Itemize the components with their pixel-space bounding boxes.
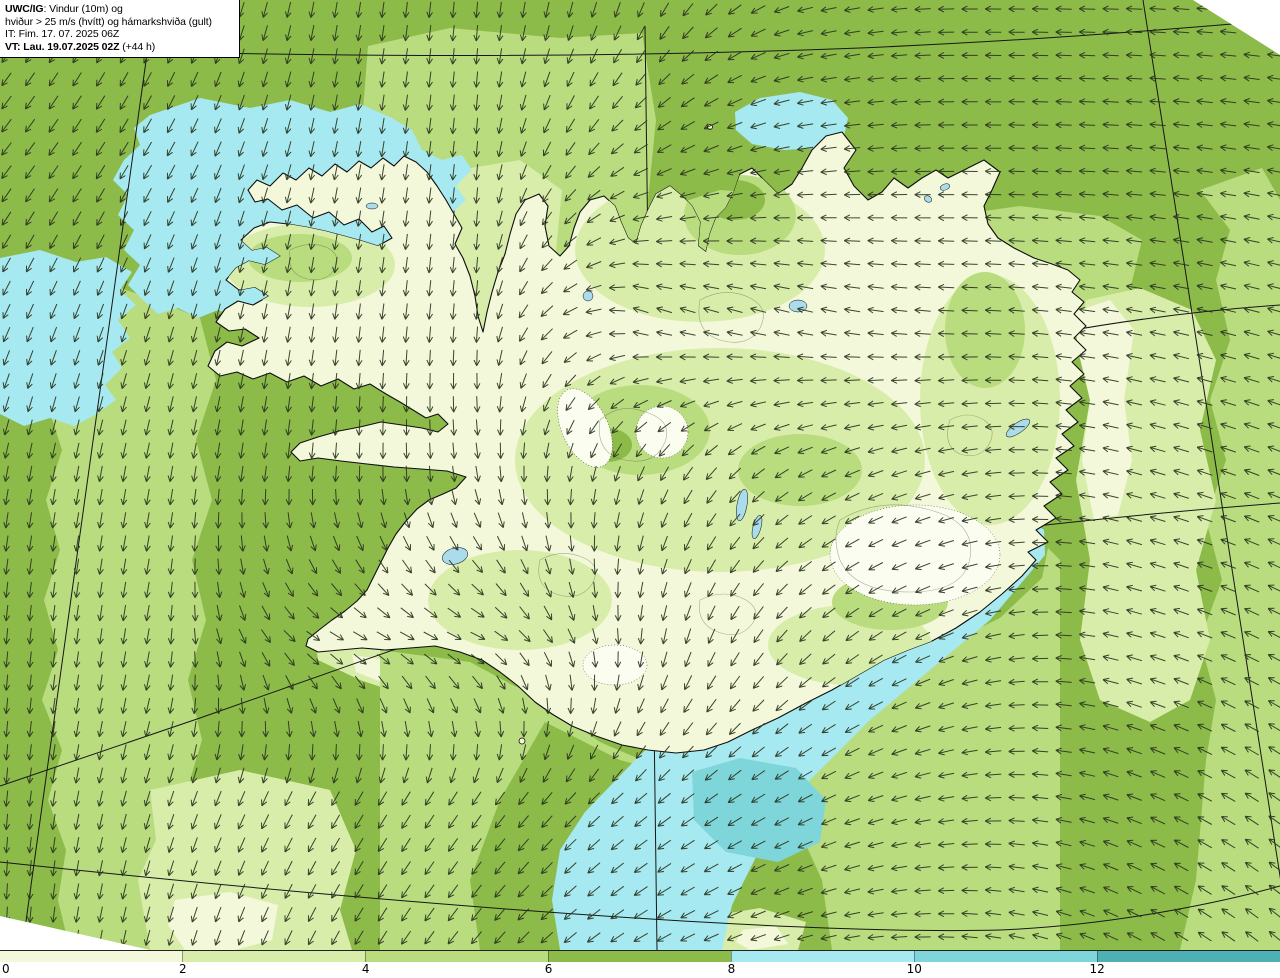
- title-line-2: hviður > 25 m/s (hvítt) og hámarkshviða …: [5, 15, 212, 28]
- colorbar-band-8-10: [731, 951, 914, 962]
- island-vestmannaeyjar: [518, 737, 526, 745]
- valid-time: VT: Lau. 19.07.2025 02Z (+44 h): [5, 40, 156, 53]
- colorbar-tick-6: 6: [544, 962, 553, 976]
- colorbar-band-2-4: [182, 951, 365, 962]
- colorbar-band-4-6: [365, 951, 548, 962]
- colorbar-tick-4: 4: [361, 962, 370, 976]
- weather-chart: UWC/IG: Vindur (10m) og hviður > 25 m/s …: [0, 0, 1280, 978]
- colorbar-band-10-12: [914, 951, 1097, 962]
- colorbar-tick-2: 2: [179, 962, 187, 976]
- colorbar-band-0-2: [0, 951, 182, 962]
- title-line-1: UWC/IG: Vindur (10m) og: [5, 3, 123, 15]
- colorbar-bands: [0, 950, 1280, 962]
- colorbar-band-6-8: [548, 951, 731, 962]
- colorbar-ticks: 0 2 4 6 8 10 12: [0, 962, 1280, 978]
- colorbar: 0 2 4 6 8 10 12: [0, 950, 1280, 978]
- colorbar-band-12+: [1097, 951, 1280, 962]
- colorbar-tick-8: 8: [727, 962, 736, 976]
- colorbar-tick-12: 12: [1089, 962, 1105, 976]
- init-time: IT: Fim. 17. 07. 2025 06Z: [5, 28, 120, 40]
- product-id: UWC/IG: [5, 3, 44, 15]
- glacier-myrdalsjokull: [582, 644, 648, 686]
- lake: [582, 290, 594, 302]
- glacier-hofsjokull: [635, 405, 689, 459]
- map-canvas: [0, 0, 1280, 950]
- title-box: UWC/IG: Vindur (10m) og hviður > 25 m/s …: [0, 0, 240, 58]
- glacier-vatnajokull: [829, 504, 1001, 606]
- lake: [365, 202, 379, 210]
- colorbar-tick-10: 10: [906, 962, 922, 976]
- colorbar-tick-0: 0: [2, 962, 10, 976]
